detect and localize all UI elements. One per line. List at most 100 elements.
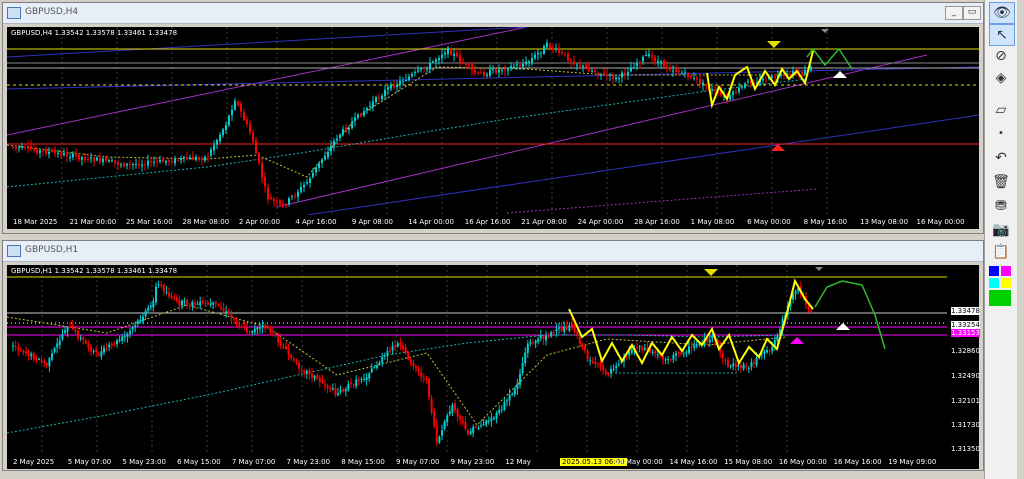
cursor-icon[interactable]: ↖ — [989, 24, 1015, 46]
candle — [415, 364, 417, 373]
candle — [376, 361, 378, 371]
candle — [456, 407, 459, 423]
candle — [308, 367, 311, 380]
signal-arrow-down-gray[interactable] — [821, 29, 829, 33]
candle — [404, 343, 407, 356]
time-tick: 5 May 07:00 — [67, 458, 112, 466]
candle — [15, 145, 17, 153]
magnet-icon[interactable]: ⛃ — [989, 196, 1013, 216]
candle — [597, 71, 599, 79]
candle — [641, 344, 644, 354]
candle — [639, 60, 641, 69]
signal-arrow-down-gray[interactable] — [815, 267, 823, 271]
undo-icon[interactable]: ↶ — [989, 148, 1013, 168]
candle — [267, 183, 269, 205]
candle — [69, 152, 71, 162]
camera-icon[interactable]: 📷 — [989, 220, 1013, 240]
candle — [147, 304, 150, 314]
candle — [337, 387, 339, 397]
chart-window-h1[interactable]: GBPUSD,H1 GBPUSD,H1 1.33542 1.33578 1.33… — [2, 240, 984, 471]
candle — [621, 70, 623, 83]
signal-arrow-up-magenta[interactable] — [790, 337, 804, 344]
candle — [114, 159, 116, 168]
candle — [664, 357, 667, 365]
candle — [35, 355, 38, 364]
candle — [453, 49, 455, 62]
candle — [216, 138, 218, 150]
candle — [237, 99, 239, 108]
candle — [564, 52, 566, 57]
candle — [600, 72, 602, 80]
time-tick: 6 May 00:00 — [747, 218, 791, 226]
trend-line-blue[interactable] — [306, 114, 979, 215]
candle — [477, 71, 479, 75]
candle — [568, 322, 571, 333]
candle — [210, 146, 212, 158]
candle — [264, 171, 266, 193]
trash-icon[interactable]: 🗑 — [989, 172, 1013, 192]
candle — [498, 405, 501, 416]
candle — [745, 362, 748, 371]
signal-arrow-down[interactable] — [704, 269, 718, 276]
minimize-button[interactable]: _ — [945, 6, 963, 20]
chart-window-h4[interactable]: GBPUSD,H4 _ ▭ GBPUSD,H4 1.33542 1.33578 … — [2, 2, 984, 234]
price-chart-h1[interactable]: GBPUSD,H1 1.33542 1.33578 1.33461 1.3347… — [7, 265, 947, 455]
candle — [446, 413, 449, 427]
color-swatch-blue[interactable] — [989, 266, 999, 276]
candle — [138, 158, 140, 170]
signal-arrow-down[interactable] — [767, 41, 781, 48]
candle — [675, 64, 677, 74]
eraser-icon[interactable]: ◈ — [989, 68, 1013, 88]
color-swatch-cyan[interactable] — [989, 278, 999, 288]
candle — [534, 339, 537, 348]
eye-icon[interactable]: 👁 — [989, 2, 1015, 24]
candle — [511, 392, 514, 397]
candle — [111, 157, 113, 163]
candle — [399, 337, 402, 351]
candle — [487, 416, 490, 425]
candle — [355, 375, 358, 389]
channel-line-upper[interactable] — [7, 27, 528, 136]
candle — [105, 342, 108, 352]
candle — [539, 329, 542, 342]
restore-button[interactable]: ▭ — [963, 6, 981, 20]
time-tick: 12 May — [505, 458, 531, 466]
color-swatch-yellow[interactable] — [1001, 278, 1011, 288]
candle — [174, 155, 176, 167]
price-chart-h4[interactable]: GBPUSD,H4 1.33542 1.33578 1.33461 1.3347… — [7, 27, 979, 215]
candle — [354, 112, 356, 127]
candle — [312, 167, 314, 179]
color-swatch-magenta[interactable] — [1001, 266, 1011, 276]
signal-line-yellow — [568, 278, 814, 366]
candle — [417, 365, 420, 377]
price-axis-h1[interactable]: 1.33478 1.33254 1.33153 1.32860 1.32490 1.321… — [947, 265, 980, 455]
window-titlebar[interactable]: GBPUSD,H1 — [3, 241, 983, 262]
window-titlebar[interactable]: GBPUSD,H4 _ ▭ — [3, 3, 983, 24]
candle — [255, 137, 257, 154]
candle — [45, 361, 48, 369]
signal-arrow-up-red[interactable] — [771, 144, 785, 151]
candle — [350, 377, 352, 388]
candle — [303, 181, 305, 193]
candle — [82, 336, 85, 345]
candle — [585, 63, 587, 71]
candle — [498, 64, 500, 78]
candle — [447, 45, 449, 59]
color-swatch-green[interactable] — [989, 290, 1011, 306]
candle — [207, 151, 209, 163]
price-tick: 1.32101 — [951, 397, 980, 405]
crosshair-icon[interactable]: ⊘ — [989, 46, 1013, 66]
candle — [389, 345, 391, 354]
drawing-toolbar: 👁 ↖ ⊘ ◈ ▱ • ↶ 🗑 ⛃ 📷 📋 — [984, 0, 1017, 479]
ruler-icon[interactable]: ▱ — [989, 100, 1013, 120]
candle — [324, 379, 326, 392]
chart-header: GBPUSD,H4 1.33542 1.33578 1.33461 1.3347… — [11, 29, 178, 37]
candle — [602, 361, 605, 376]
candle — [438, 435, 441, 445]
clipboard-icon[interactable]: 📋 — [989, 242, 1013, 262]
candle — [357, 377, 360, 386]
time-tick: 16 May 00:00 — [916, 218, 965, 226]
channel-line-lower[interactable] — [276, 54, 928, 208]
candle — [483, 69, 485, 79]
candle — [326, 383, 329, 394]
